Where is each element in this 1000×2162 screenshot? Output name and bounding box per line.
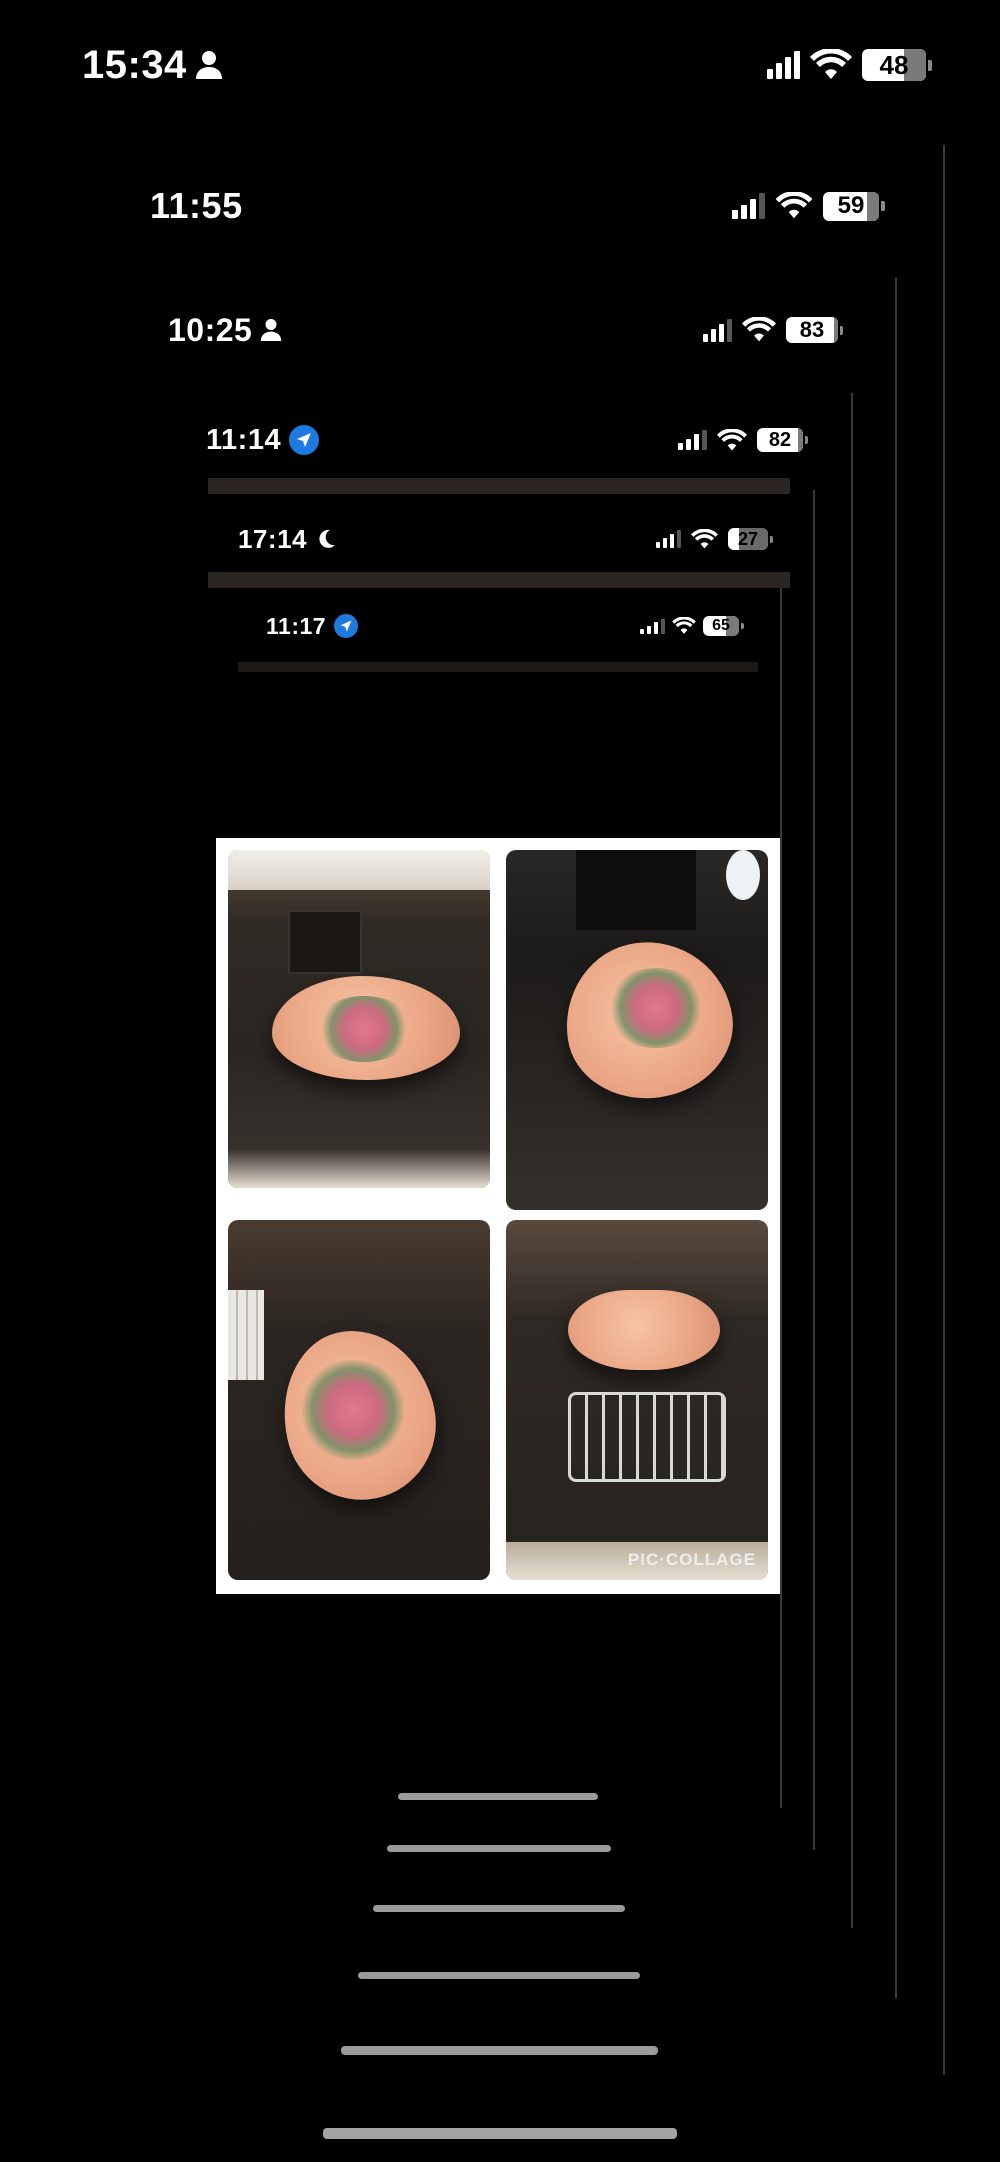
battery-icon: 48 bbox=[862, 49, 932, 81]
frame-top-strip bbox=[238, 662, 758, 672]
wifi-icon bbox=[691, 528, 718, 548]
collage-photo-4[interactable]: PIC·COLLAGE bbox=[506, 1220, 768, 1580]
battery-icon: 83 bbox=[786, 317, 843, 343]
picollage-watermark: PIC·COLLAGE bbox=[627, 1550, 756, 1569]
home-indicator[interactable] bbox=[358, 1972, 640, 1979]
status-bar-4: 11:14 82 bbox=[206, 422, 808, 458]
wire-rack bbox=[568, 1392, 726, 1482]
battery-icon: 27 bbox=[728, 528, 773, 550]
status-bar-1: 15:34 48 bbox=[82, 40, 932, 90]
wifi-icon bbox=[742, 317, 776, 342]
home-indicator[interactable] bbox=[387, 1845, 611, 1852]
cellular-signal-icon bbox=[767, 51, 800, 79]
moon-icon bbox=[319, 529, 335, 548]
wifi-icon bbox=[672, 617, 696, 634]
battery-icon: 59 bbox=[823, 191, 885, 221]
location-arrow-icon bbox=[334, 614, 359, 638]
frame-edge-5 bbox=[780, 588, 782, 1808]
person-icon bbox=[195, 51, 222, 79]
battery-icon: 82 bbox=[757, 428, 808, 452]
status-time: 17:14 bbox=[238, 523, 307, 554]
status-time: 11:17 bbox=[266, 612, 327, 639]
cellular-signal-icon bbox=[732, 193, 765, 219]
photo-collage[interactable]: PIC·COLLAGE bbox=[216, 838, 780, 1594]
battery-level: 27 bbox=[737, 528, 759, 549]
home-indicator[interactable] bbox=[373, 1905, 625, 1912]
home-indicator[interactable] bbox=[398, 1793, 598, 1800]
status-time: 11:55 bbox=[150, 185, 243, 226]
frame-top-strip bbox=[208, 572, 790, 588]
battery-level: 82 bbox=[768, 428, 792, 451]
collage-photo-1[interactable] bbox=[228, 850, 490, 1188]
battery-icon: 65 bbox=[703, 616, 744, 636]
frame-edge-1 bbox=[943, 145, 945, 2075]
battery-level: 59 bbox=[837, 192, 865, 219]
collage-photo-2[interactable] bbox=[506, 850, 768, 1210]
status-time: 15:34 bbox=[82, 42, 187, 87]
battery-level: 83 bbox=[799, 317, 825, 342]
frame-edge-4 bbox=[813, 490, 815, 1850]
status-bar-5: 17:14 27 bbox=[238, 522, 773, 556]
cellular-signal-icon bbox=[640, 618, 665, 634]
status-time: 10:25 bbox=[168, 311, 253, 348]
location-arrow-icon bbox=[289, 425, 320, 455]
collage-photo-3[interactable] bbox=[228, 1220, 490, 1580]
frame-edge-3 bbox=[851, 393, 853, 1928]
status-bar-3: 10:25 83 bbox=[168, 310, 843, 350]
wifi-icon bbox=[717, 428, 747, 450]
battery-level: 48 bbox=[879, 49, 909, 80]
wifi-icon bbox=[775, 192, 813, 219]
frame-top-strip bbox=[208, 478, 790, 494]
home-indicator[interactable] bbox=[323, 2128, 677, 2139]
status-time: 11:14 bbox=[206, 423, 282, 456]
status-bar-2: 11:55 59 bbox=[150, 184, 885, 228]
frame-edge-2 bbox=[895, 278, 897, 1998]
person-icon bbox=[261, 319, 282, 341]
cellular-signal-icon bbox=[678, 430, 707, 450]
wifi-icon bbox=[810, 49, 852, 79]
battery-level: 65 bbox=[712, 617, 730, 634]
pig-dish bbox=[568, 1290, 720, 1370]
cellular-signal-icon bbox=[656, 530, 681, 548]
home-indicator[interactable] bbox=[341, 2046, 658, 2055]
cellular-signal-icon bbox=[703, 318, 732, 342]
status-bar-6: 11:17 65 bbox=[266, 610, 744, 642]
